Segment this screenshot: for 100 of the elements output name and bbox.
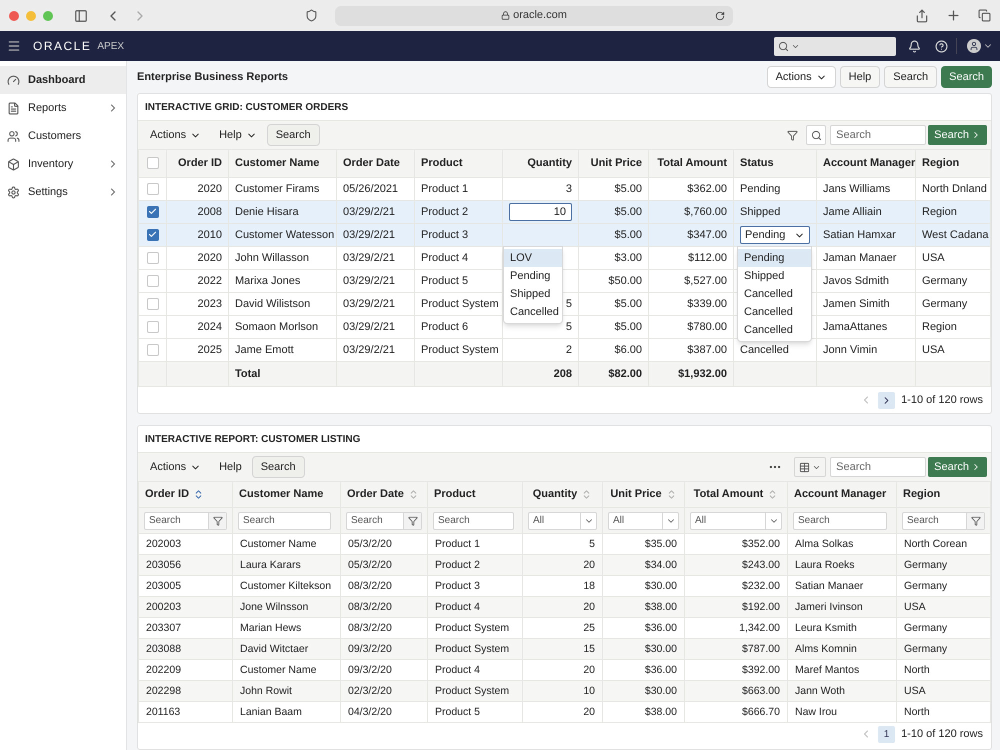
table-cell: North (896, 702, 990, 722)
search-button[interactable]: Search (928, 125, 987, 145)
dropdown-option[interactable]: Pending (504, 267, 562, 285)
sidebar-label: Dashboard (28, 72, 86, 88)
page-title: Enterprise Business Reports (137, 70, 289, 85)
search-button[interactable]: Search (266, 124, 320, 146)
quantity-input[interactable]: 10 (509, 203, 572, 221)
filter-field[interactable]: Search (144, 512, 227, 530)
row-checkbox[interactable] (146, 228, 158, 241)
filter-field[interactable]: Search (902, 512, 985, 530)
address-bar[interactable]: oracle.com (335, 6, 733, 26)
tabs-icon[interactable] (978, 9, 991, 22)
filter-icon (970, 516, 980, 526)
sidebar-item[interactable]: Inventory (0, 150, 126, 178)
menu-button[interactable]: Actions (142, 124, 210, 146)
gear-icon (7, 186, 20, 198)
table-cell: $38.00 (602, 702, 684, 722)
search-icon (778, 40, 789, 52)
close-window-icon[interactable] (9, 10, 19, 20)
filter-field[interactable]: Search (238, 512, 332, 530)
column-header[interactable]: Account Manager (788, 482, 896, 508)
sidebar-item[interactable]: Settings (0, 178, 126, 206)
sidebar-item[interactable]: Customers (0, 122, 126, 150)
header-search-field[interactable] (774, 36, 896, 56)
table-cell: $666.70 (684, 702, 788, 722)
filter-select[interactable]: All (608, 512, 679, 530)
table-icon (799, 462, 810, 472)
search-button[interactable]: Search (928, 457, 987, 477)
panel-title: INTERACTIVE GRID: CUSTOMER ORDERS (145, 100, 348, 114)
table-cell: Lanian Baam (232, 702, 340, 722)
row-checkbox[interactable] (146, 252, 158, 264)
filter-field[interactable]: Search (346, 512, 422, 530)
column-header[interactable]: Customer Name (232, 482, 340, 508)
row-checkbox[interactable] (146, 344, 158, 356)
document-icon (7, 102, 20, 114)
dropdown-option[interactable]: Shipped (738, 267, 811, 285)
product-name: APEX (97, 40, 124, 54)
filter-icon (408, 516, 418, 526)
row-checkbox[interactable] (146, 298, 158, 310)
filter-select[interactable]: All (690, 512, 782, 530)
page-number-button[interactable]: 1 (878, 726, 896, 742)
toolbar-button[interactable]: Search (884, 66, 938, 88)
search-icon-button[interactable] (806, 125, 826, 145)
pagination-range: 1-10 of 120 rows (901, 392, 983, 408)
sidebar-label: Settings (28, 184, 69, 200)
menu-button[interactable]: Actions (766, 66, 836, 88)
table-cell: 201163 (138, 702, 232, 722)
users-icon (7, 130, 20, 142)
column-header[interactable]: Order ID (138, 482, 232, 508)
total-cell: Total (228, 362, 336, 386)
filter-field[interactable]: Search (433, 512, 514, 530)
help-icon[interactable] (935, 40, 948, 52)
view-toggle-button[interactable] (794, 457, 826, 477)
total-cell: 208 (502, 362, 578, 386)
share-icon[interactable] (915, 8, 929, 22)
help-button[interactable]: Help (211, 456, 250, 478)
dropdown-option[interactable]: LOV (504, 249, 562, 267)
new-tab-icon[interactable] (946, 8, 961, 23)
search-field[interactable]: Search (830, 125, 926, 145)
sidebar-item[interactable]: Reports (0, 94, 126, 122)
filter-icon[interactable] (787, 130, 798, 140)
next-page-button[interactable] (878, 392, 896, 408)
search-icon (810, 130, 822, 140)
sidebar-label: Customers (28, 128, 82, 144)
gauge-icon (7, 74, 20, 86)
panel-title: INTERACTIVE REPORT: CUSTOMER LISTING (145, 432, 360, 446)
table-cell: Naw Irou (788, 702, 896, 722)
pagination-range: 1-10 of 120 rows (901, 726, 983, 742)
menu-icon[interactable] (7, 39, 21, 53)
reload-icon[interactable] (715, 10, 725, 20)
row-checkbox[interactable] (146, 182, 158, 195)
row-checkbox[interactable] (146, 157, 158, 170)
sidebar-toggle-icon[interactable] (74, 8, 88, 22)
total-cell: $1,932.00 (648, 362, 734, 386)
notifications-icon[interactable] (908, 40, 921, 52)
total-cell: $82.00 (578, 362, 648, 386)
filter-select[interactable]: All (528, 512, 597, 530)
table-cell: 20 (522, 702, 602, 722)
menu-button[interactable]: Actions (142, 456, 210, 478)
brand-logo[interactable]: ORACLE (33, 37, 92, 55)
search-button[interactable]: Search (941, 66, 992, 88)
dropdown-option[interactable]: Pending (738, 249, 811, 267)
dropdown-option[interactable]: Cancelled (738, 303, 811, 321)
dropdown-option[interactable]: Cancelled (738, 285, 811, 303)
shield-icon[interactable] (305, 9, 318, 22)
user-avatar[interactable] (967, 39, 981, 53)
search-button[interactable]: Search (252, 456, 305, 478)
row-checkbox[interactable] (146, 206, 158, 218)
row-checkbox[interactable] (146, 320, 158, 333)
sidebar-label: Reports (28, 100, 68, 116)
toolbar-button[interactable]: Help (840, 66, 880, 88)
table-cell: Product 5 (428, 702, 522, 722)
row-checkbox[interactable] (146, 274, 158, 287)
filter-icon (212, 516, 222, 526)
sidebar-item[interactable]: Dashboard (0, 66, 126, 94)
status-select[interactable]: Pending (740, 226, 810, 244)
menu-button[interactable]: Help (211, 124, 265, 146)
filter-field[interactable]: Search (793, 512, 888, 530)
search-field[interactable]: Search (830, 457, 926, 477)
table-cell: 04/3/2/20 (340, 702, 428, 722)
